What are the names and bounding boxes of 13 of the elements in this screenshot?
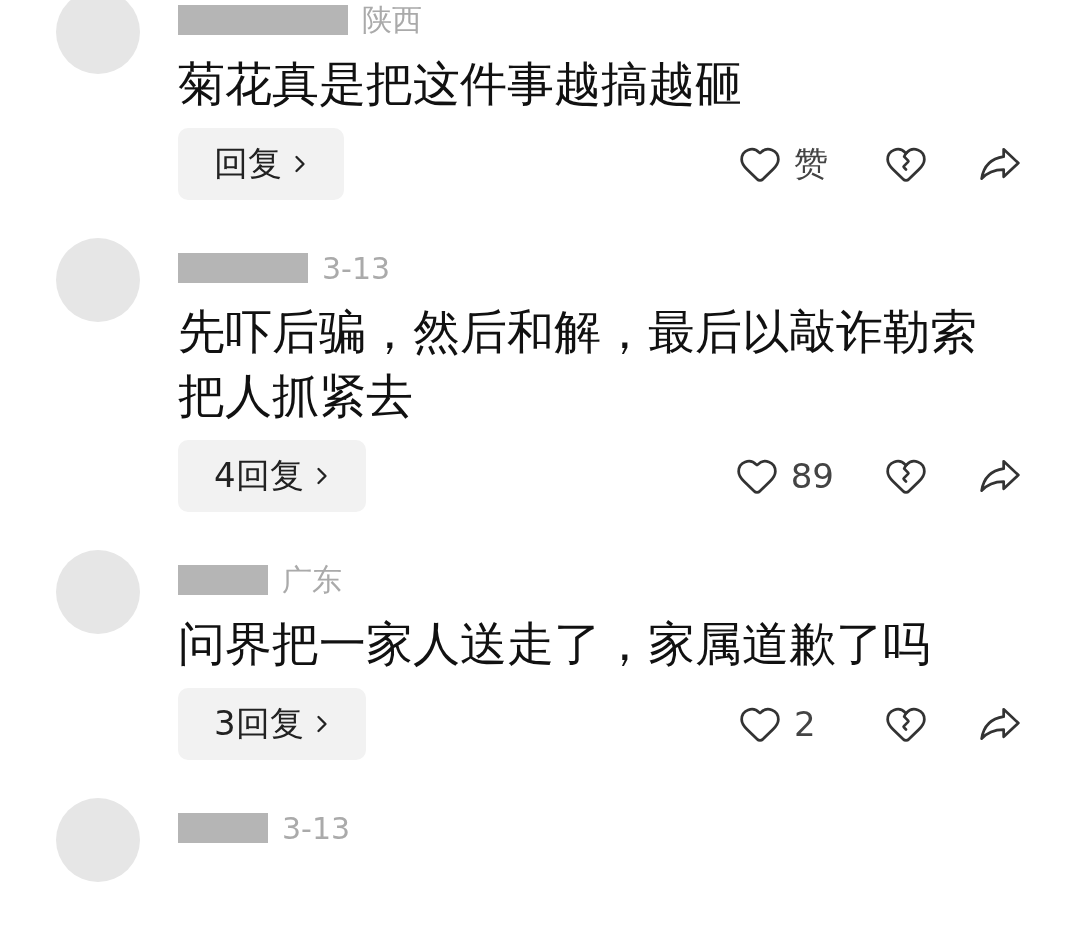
comment-text: 问界把一家人送走了，家属道歉了吗 [178, 615, 931, 673]
like-count: 赞 [794, 142, 829, 185]
like-count: 89 [790, 456, 834, 496]
comment-meta: 3-13 [322, 250, 391, 286]
reply-button[interactable]: 4回复 [178, 440, 366, 512]
reply-button[interactable]: 3回复 [178, 688, 366, 760]
comment-text: 菊花真是把这件事越搞越砸 [178, 55, 743, 113]
reply-button[interactable]: 回复 [178, 128, 344, 200]
like-count: 2 [794, 704, 817, 744]
comment-meta: 陕西 [362, 0, 422, 39]
comment-text: 先吓后骗，然后和解，最后以敲诈勒索把人抓紧去 [178, 303, 978, 425]
comment-meta: 广东 [282, 560, 342, 599]
comment-meta: 3-13 [282, 810, 351, 846]
